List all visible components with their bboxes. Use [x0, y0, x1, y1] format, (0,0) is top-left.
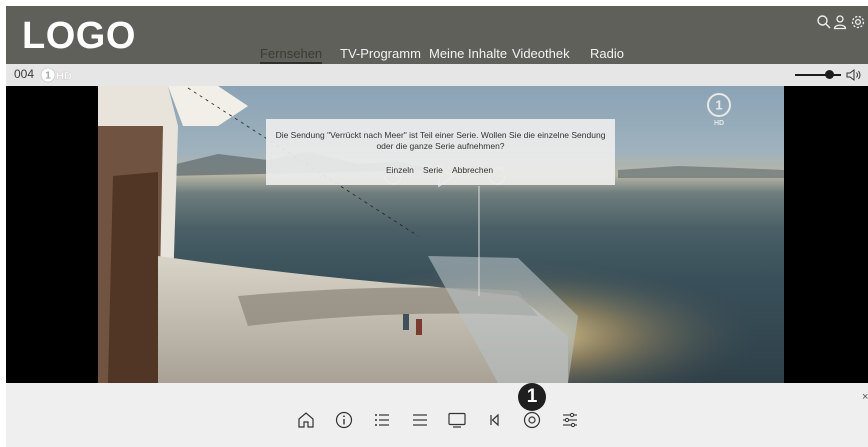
- volume-slider-handle[interactable]: [825, 70, 834, 79]
- sender-logo: 1 HD: [706, 93, 732, 127]
- info-icon[interactable]: [334, 410, 354, 430]
- home-icon[interactable]: [296, 410, 316, 430]
- svg-text:1: 1: [45, 71, 51, 82]
- channel-logo-text: HD: [56, 71, 72, 83]
- record-icon[interactable]: [522, 410, 542, 430]
- recording-dialog: Die Sendung "Verrückt nach Meer" ist Tei…: [266, 119, 615, 185]
- nav-videothek[interactable]: Videothek: [512, 46, 570, 62]
- header: LOGO Fernsehen TV-Programm Meine Inhalte…: [6, 6, 868, 64]
- menu-icon[interactable]: [410, 410, 430, 430]
- skip-back-icon[interactable]: [484, 410, 504, 430]
- header-icons: [816, 14, 868, 32]
- svg-text:1: 1: [715, 98, 722, 113]
- sender-logo-text: HD: [714, 120, 724, 127]
- abbrechen-button[interactable]: Abbrechen: [452, 165, 493, 176]
- channel-number: 004: [14, 67, 35, 81]
- nav-fernsehen[interactable]: Fernsehen: [260, 46, 323, 64]
- user-icon[interactable]: [832, 14, 848, 32]
- channel-bar: 004 1 HD: [6, 64, 868, 86]
- settings-icon[interactable]: [850, 14, 866, 32]
- search-icon[interactable]: [816, 14, 832, 32]
- nav-meine-inhalte[interactable]: Meine Inhalte: [429, 46, 507, 62]
- settings-sliders-icon[interactable]: [560, 410, 580, 430]
- volume-slider-track[interactable]: [795, 74, 841, 76]
- einzeln-button[interactable]: Einzeln: [386, 165, 414, 176]
- list-icon[interactable]: [372, 410, 392, 430]
- nav-label: Fernsehen: [260, 46, 323, 61]
- speaker-icon[interactable]: [846, 68, 864, 82]
- logo[interactable]: LOGO: [22, 14, 136, 58]
- dialog-message: Die Sendung "Verrückt nach Meer" ist Tei…: [275, 130, 606, 151]
- nav-radio[interactable]: Radio: [590, 46, 624, 62]
- nav-tv-programm[interactable]: TV-Programm: [340, 46, 421, 62]
- annotation-badge: 1: [518, 383, 546, 411]
- tv-app-window: LOGO Fernsehen TV-Programm Meine Inhalte…: [6, 6, 868, 447]
- tv-icon[interactable]: [447, 410, 467, 430]
- close-button[interactable]: ×: [862, 391, 868, 403]
- serie-button[interactable]: Serie: [423, 165, 443, 176]
- channel-logo: 1 HD: [40, 67, 80, 83]
- bottom-bar: × 1: [6, 383, 868, 447]
